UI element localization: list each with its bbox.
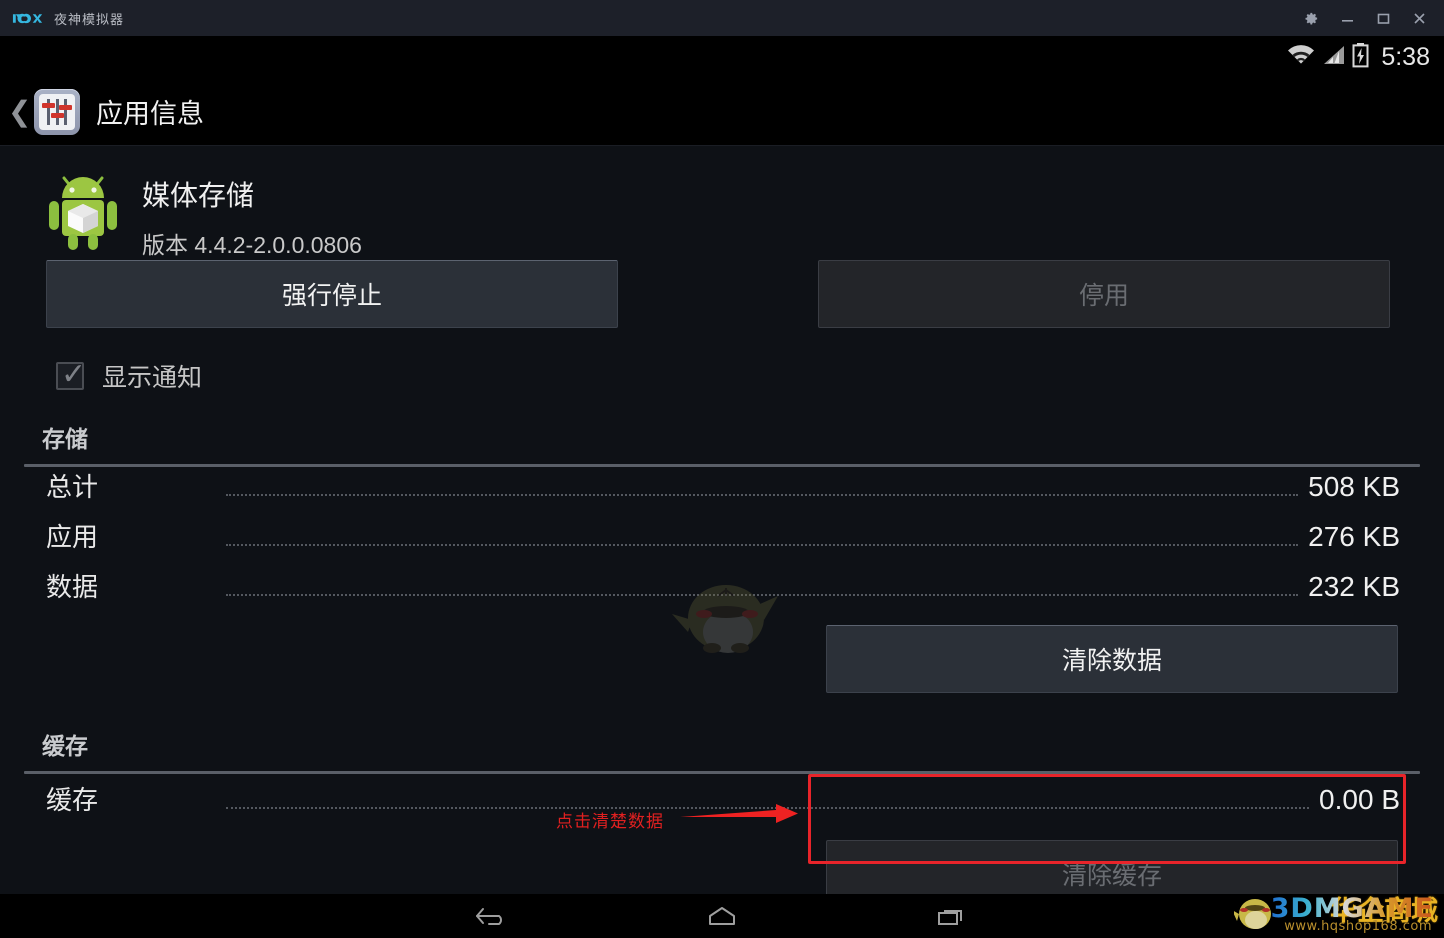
shop-watermark-url: www.hqshop168.com xyxy=(1284,919,1432,934)
clear-data-button[interactable]: 清除数据 xyxy=(826,625,1398,693)
row-label: 数据 xyxy=(46,572,99,602)
row-value: 276 KB xyxy=(1308,521,1400,552)
show-notifications-row[interactable]: ✓ 显示通知 xyxy=(0,358,1444,394)
row-label: 应用 xyxy=(46,522,99,552)
app-info-content: 媒体存储 版本 4.4.2-2.0.0.0806 强行停止 停用 ✓ 显示通知 … xyxy=(0,146,1444,894)
page-title: 应用信息 xyxy=(96,99,204,129)
android-status-bar: 5:38 xyxy=(0,36,1444,78)
maximize-button[interactable] xyxy=(1366,3,1400,33)
status-icon-group: 5:38 xyxy=(1286,42,1430,73)
storage-section-title: 存储 xyxy=(42,426,88,452)
app-action-buttons: 强行停止 停用 xyxy=(0,260,1444,328)
nav-recents-icon[interactable] xyxy=(922,900,982,932)
checkmark-icon: ✓ xyxy=(61,358,87,391)
cache-section-divider xyxy=(24,771,1420,774)
window-title: 夜神模拟器 xyxy=(54,11,125,27)
android-robot-icon xyxy=(46,168,120,252)
table-row: 应用 276 KB xyxy=(0,517,1444,567)
emulator-window: 夜神模拟器 5:38 ❮ 应用信息 媒体存储 版本 4.4.2-2.0.0.08… xyxy=(0,0,1444,938)
app-name: 媒体存储 xyxy=(142,180,255,211)
settings-gear-icon[interactable] xyxy=(1294,3,1328,33)
storage-section-header: 存储 xyxy=(0,420,1444,454)
show-notifications-checkbox[interactable]: ✓ xyxy=(56,358,87,391)
leader-line xyxy=(226,494,1299,496)
leader-line xyxy=(226,544,1299,546)
window-titlebar: 夜神模拟器 xyxy=(0,0,1444,36)
cache-section-header: 缓存 xyxy=(0,727,1444,761)
clear-cache-row: 清除缓存 xyxy=(0,840,1444,894)
row-value: 232 KB xyxy=(1308,571,1400,602)
battery-charging-icon xyxy=(1352,42,1369,73)
settings-sliders-icon[interactable] xyxy=(34,88,80,135)
row-label: 总计 xyxy=(46,472,99,502)
disable-button: 停用 xyxy=(818,260,1390,328)
minimize-button[interactable] xyxy=(1330,3,1364,33)
force-stop-button[interactable]: 强行停止 xyxy=(46,260,618,328)
annotation-text: 点击清楚数据 xyxy=(556,812,664,831)
right-arrow-icon xyxy=(680,801,800,832)
action-bar: ❮ 应用信息 xyxy=(0,78,1444,146)
table-row: 总计 508 KB xyxy=(0,467,1444,517)
close-button[interactable] xyxy=(1402,3,1436,33)
show-notifications-label: 显示通知 xyxy=(102,364,203,392)
shop-watermark: 华企商城 3DMGAME www.hqshop168.com xyxy=(1234,880,1438,936)
cellular-signal-icon xyxy=(1322,43,1346,72)
app-meta: 媒体存储 版本 4.4.2-2.0.0.0806 xyxy=(142,174,362,260)
nox-logo-icon xyxy=(12,9,44,27)
cache-section-title: 缓存 xyxy=(42,733,88,759)
row-value: 508 KB xyxy=(1308,471,1400,502)
nav-home-icon[interactable] xyxy=(692,900,752,932)
row-value: 0.00 B xyxy=(1319,784,1400,815)
row-label: 缓存 xyxy=(46,785,99,815)
back-chevron-icon[interactable]: ❮ xyxy=(8,97,31,126)
app-summary: 媒体存储 版本 4.4.2-2.0.0.0806 xyxy=(0,146,1444,258)
android-nav-bar xyxy=(0,894,1444,938)
window-controls xyxy=(1294,0,1436,36)
app-version: 版本 4.4.2-2.0.0.0806 xyxy=(142,232,362,258)
nav-back-icon[interactable] xyxy=(462,900,522,932)
bird-mascot-watermark xyxy=(668,574,778,659)
wifi-icon xyxy=(1286,43,1316,72)
status-clock: 5:38 xyxy=(1381,42,1430,71)
